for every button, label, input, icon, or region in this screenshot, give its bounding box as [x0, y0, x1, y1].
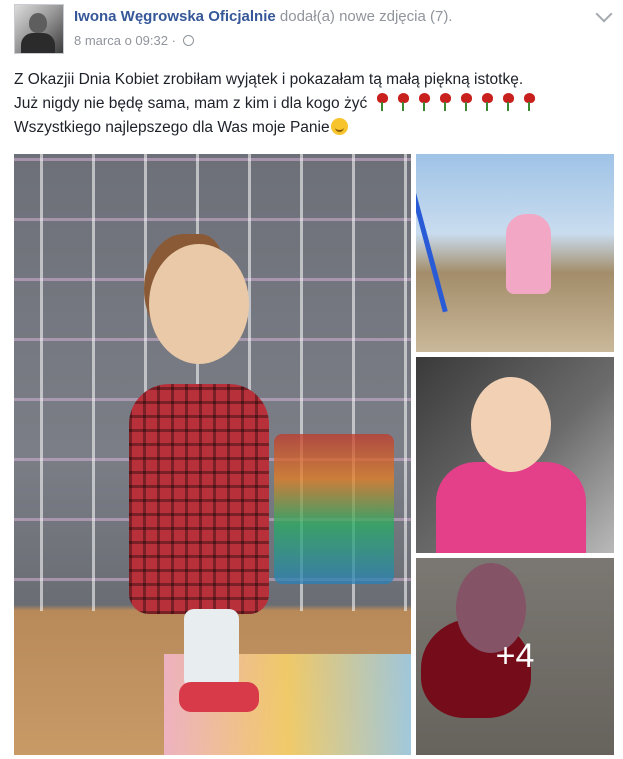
rose-icon	[481, 93, 494, 111]
rose-icon	[460, 93, 473, 111]
swing-pole	[416, 185, 448, 313]
rose-icon	[439, 93, 452, 111]
rose-icon	[418, 93, 431, 111]
child-plaid-dress	[129, 384, 269, 614]
post-timestamp[interactable]: 8 marca o 09:32	[74, 33, 168, 48]
author-line: Iwona Węgrowska Oficjalnie dodał(a) nowe…	[74, 8, 452, 25]
avatar-head	[29, 13, 47, 33]
child-legs	[184, 609, 239, 689]
post-text-line-2-text: Już nigdy nie będę sama, mam z kim i dla…	[14, 95, 368, 112]
post-message: Z Okazjii Dnia Kobiet zrobiłam wyjątek i…	[14, 68, 614, 140]
chevron-down-icon[interactable]	[595, 5, 613, 23]
post-header: Iwona Węgrowska Oficjalnie dodał(a) nowe…	[0, 0, 623, 62]
post-text-line-3: Wszystkiego najlepszego dla Was moje Pan…	[14, 116, 614, 140]
photo-more-overlay[interactable]: +4	[416, 558, 614, 755]
toy-castle	[274, 434, 394, 584]
post-text-line-1: Z Okazjii Dnia Kobiet zrobiłam wyjątek i…	[14, 71, 524, 88]
avatar-body	[21, 33, 55, 53]
author-avatar[interactable]	[14, 4, 64, 54]
child-face	[471, 377, 551, 472]
post-text-line-3-text: Wszystkiego najlepszego dla Was moje Pan…	[14, 119, 330, 136]
rose-icon	[397, 93, 410, 111]
pink-shirt	[436, 462, 586, 553]
rose-icon	[523, 93, 536, 111]
meta-separator: ·	[171, 33, 176, 48]
globe-icon[interactable]	[182, 35, 194, 46]
photo-smiling-child[interactable]	[416, 357, 614, 553]
smiling-face-icon	[330, 118, 348, 135]
child-head	[149, 244, 249, 364]
child-on-swing	[506, 214, 551, 294]
rose-icon	[376, 93, 389, 111]
post-text-line-2: Już nigdy nie będę sama, mam z kim i dla…	[14, 92, 614, 116]
child-shoes	[179, 682, 259, 712]
photo-swing[interactable]	[416, 154, 614, 352]
author-name-link[interactable]: Iwona Węgrowska Oficjalnie	[74, 8, 276, 25]
photo-main-girl-in-plaid-dress[interactable]	[14, 154, 411, 755]
rose-icon	[502, 93, 515, 111]
post-action-text: dodał(a) nowe zdjęcia (7).	[279, 8, 453, 25]
more-photos-count[interactable]: +4	[416, 558, 614, 755]
post-meta: 8 marca o 09:32 ·	[74, 33, 194, 48]
roses-group	[367, 93, 536, 112]
